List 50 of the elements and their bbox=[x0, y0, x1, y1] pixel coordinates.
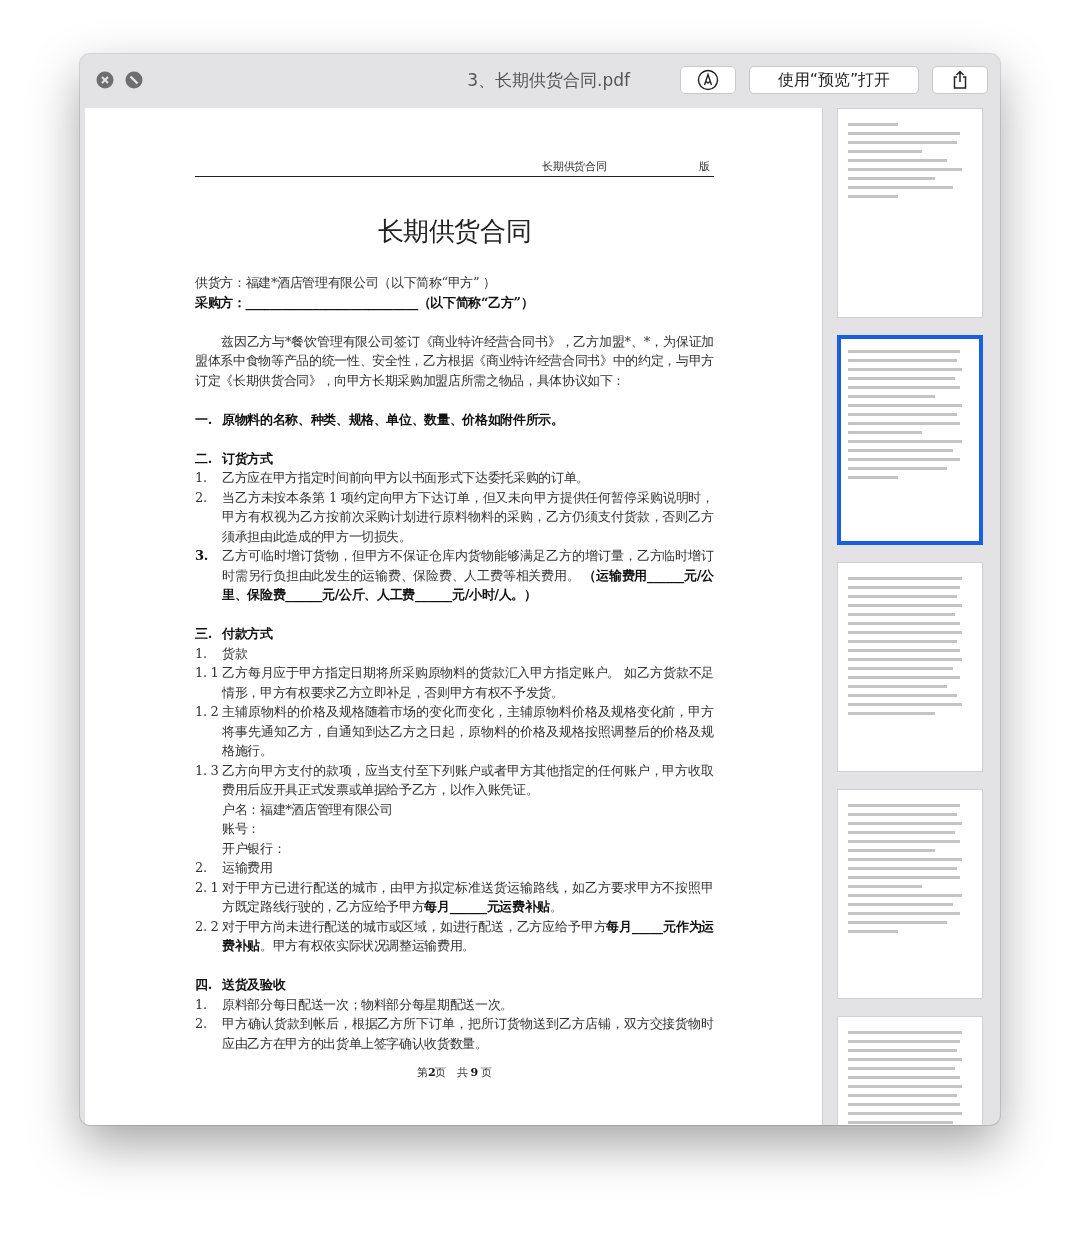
clause-text: 对于甲方已进行配送的城市，由甲方拟定标准送货运输路线，如乙方要求甲方不按照甲方既定路线行驶的，乙方应给予甲方每月______元运费补贴。 bbox=[222, 878, 714, 917]
close-icon[interactable] bbox=[96, 71, 114, 89]
open-with-preview-button[interactable]: 使用“预览”打开 bbox=[749, 66, 919, 94]
clause-number: 2. bbox=[195, 1015, 208, 1033]
clause-text: 运输费用 bbox=[222, 859, 274, 877]
clause-number: 1. 2 bbox=[195, 703, 220, 721]
clause-number: 1. 3 bbox=[195, 761, 220, 780]
window-title: 3、长期供货合同.pdf bbox=[466, 68, 632, 92]
party-line: 供货方：福建*酒店管理有限公司（以下简称“甲方” ） bbox=[195, 274, 497, 292]
clause-number: 1. bbox=[195, 644, 208, 663]
full-screen-icon[interactable] bbox=[125, 71, 143, 89]
pen-tip-icon bbox=[697, 69, 719, 91]
section-number: 一. bbox=[195, 410, 213, 429]
section-heading: 付款方式 bbox=[222, 625, 274, 643]
share-button[interactable] bbox=[932, 66, 988, 94]
clause-text: 当乙方未按本条第 1 项约定向甲方下达订单，但又未向甲方提供任何暂停采购说明时，甲方有权视为乙方按前次采购计划进行原料物料的采购，乙方仍须支付货款，否则乙方须承担由此造成的甲方一切损失。 bbox=[222, 488, 714, 546]
account-line: 开户银行： bbox=[221, 839, 287, 858]
section-number: 二. bbox=[195, 449, 213, 468]
clause-number: 1. bbox=[195, 995, 208, 1014]
clause-text: 乙方每月应于甲方指定日期将所采购原物料的货款汇入甲方指定账户。 如乙方货款不足情形，甲方有权要求乙方立即补足，否则甲方有权不予发货。 bbox=[222, 664, 714, 702]
clause-number: 2. 2 bbox=[195, 917, 220, 936]
paragraph: 兹因乙方与*餐饮管理有限公司签订《商业特许经营合同书》，乙方加盟*、*，为保证加盟体系中食物等产品的统一性、安全性，乙方根据《商业特许经营合同书》中的约定，与甲方订定《长期供货合同》，向甲方长期采购加盟店所需之物品，具体协议如下： bbox=[195, 332, 714, 390]
clause-text: 货款 bbox=[222, 644, 249, 663]
clause-text: 原料部分每日配送一次；物料部分每星期配送一次。 bbox=[222, 995, 514, 1014]
clause-text: 乙方可临时增订货物，但甲方不保证仓库内货物能够满足乙方的增订量，乙方临时增订时需另行负担由此发生的运输费、保险费、人工费等相关费用。 （运输费用______元/公里、保险费______元/公斤、人工费______元/小时/人。） bbox=[222, 547, 714, 605]
party-line: 采购方：____________________________（以下简称“乙方”） bbox=[195, 293, 535, 312]
section-number: 四. bbox=[195, 976, 213, 994]
clause-text: 乙方应在甲方指定时间前向甲方以书面形式下达委托采购的订单。 bbox=[222, 469, 590, 487]
clause-number: 3. bbox=[195, 547, 209, 565]
clause-number: 2. 1 bbox=[195, 878, 220, 897]
account-line: 账号： bbox=[221, 820, 261, 838]
clause-text: 乙方向甲方支付的款项，应当支付至下列账户或者甲方其他指定的任何账户，甲方收取费用后应开具正式发票或单据给予乙方，以作入账凭证。 bbox=[222, 761, 714, 799]
page-thumbnail[interactable] bbox=[837, 335, 983, 545]
header-mark: 版 bbox=[699, 160, 710, 174]
clause-number: 1. 1 bbox=[195, 664, 220, 682]
clause-number: 2. bbox=[195, 488, 208, 507]
running-header: 长期供货合同 bbox=[542, 160, 607, 174]
section-number: 三. bbox=[195, 625, 213, 643]
clause-text: 主辅原物料的价格及规格随着市场的变化而变化，主辅原物料价格及规格变化前，甲方将事先通知乙方，自通知到达乙方之日起，原物料的价格及规格按照调整后的价格及规格施行。 bbox=[222, 703, 714, 760]
section-heading: 订货方式 bbox=[222, 449, 274, 468]
document-title: 长期供货合同 bbox=[376, 215, 533, 248]
account-line: 户名：福建*酒店管理有限公司 bbox=[221, 800, 394, 819]
section-heading: 原物料的名称、种类、规格、单位、数量、价格如附件所示。 bbox=[222, 410, 565, 429]
markup-button[interactable] bbox=[680, 66, 736, 94]
page-number: 第2页 共 9 页 bbox=[416, 1065, 493, 1081]
section-heading: 送货及验收 bbox=[222, 976, 287, 994]
clause-text: 对于甲方尚未进行配送的城市或区域，如进行配送，乙方应给予甲方每月_____元作为运费补贴。甲方有权依实际状况调整运输费用。 bbox=[222, 917, 714, 955]
clause-number: 2. bbox=[195, 859, 208, 877]
clause-text: 甲方确认货款到帐后，根据乙方所下订单，把所订货物送到乙方店铺，双方交接货物时应由乙方在甲方的出货单上签字确认收货数量。 bbox=[222, 1015, 714, 1053]
clause-number: 1. bbox=[195, 469, 208, 487]
